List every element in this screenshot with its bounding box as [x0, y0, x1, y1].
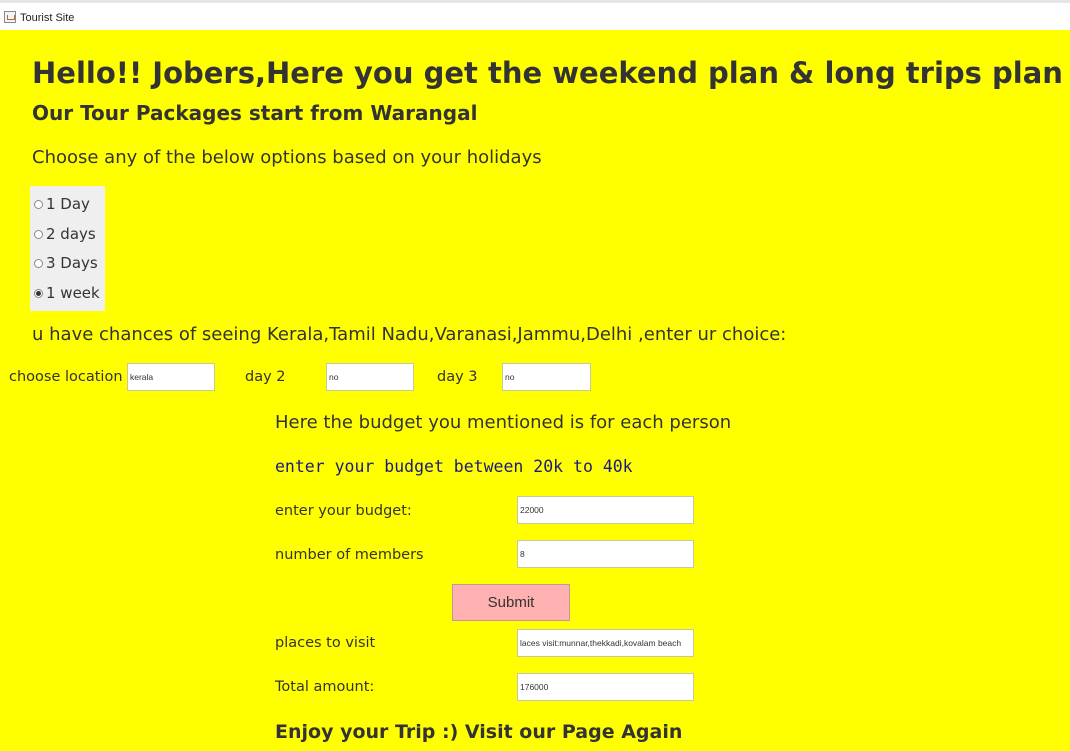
total-output-field[interactable]: 176000 [517, 673, 694, 701]
budget-note: Here the budget you mentioned is for eac… [275, 412, 732, 433]
day3-label: day 3 [437, 369, 478, 385]
submit-button[interactable]: Submit [452, 584, 570, 621]
duration-option-3-days[interactable]: 3 Days [34, 253, 98, 273]
places-output-field[interactable]: laces visit:munnar,thekkadi,kovalam beac… [517, 629, 694, 657]
day2-input[interactable]: no [326, 363, 414, 391]
duration-option-label: 1 Day [46, 195, 90, 213]
duration-option-label: 1 week [46, 284, 100, 302]
footer-message: Enjoy your Trip :) Visit our Page Again [275, 721, 683, 743]
day3-input[interactable]: no [502, 363, 591, 391]
duration-option-2-days[interactable]: 2 days [34, 224, 96, 244]
members-label: number of members [275, 547, 424, 563]
budget-input[interactable]: 22000 [517, 496, 694, 524]
members-input[interactable]: 8 [517, 540, 694, 568]
location-input[interactable]: kerala [127, 363, 215, 391]
window-title: Tourist Site [20, 12, 75, 24]
window-titlebar: Tourist Site [0, 0, 1070, 30]
day2-label: day 2 [245, 369, 286, 385]
radio-button[interactable] [34, 229, 43, 239]
duration-option-label: 2 days [46, 225, 96, 243]
radio-button-selected[interactable] [34, 288, 43, 298]
total-label: Total amount: [275, 679, 375, 695]
page-subtitle: Our Tour Packages start from Warangal [32, 101, 478, 125]
locations-text: u have chances of seeing Kerala,Tamil Na… [32, 324, 787, 345]
duration-option-1-week[interactable]: 1 week [34, 283, 100, 303]
duration-option-1-day[interactable]: 1 Day [34, 194, 90, 214]
page-title: Hello!! Jobers,Here you get the weekend … [32, 56, 1063, 90]
main-panel: Hello!! Jobers,Here you get the weekend … [0, 30, 1070, 751]
intro-text: Choose any of the below options based on… [32, 147, 542, 168]
duration-radio-group: 1 Day 2 days 3 Days 1 week [30, 186, 105, 311]
duration-option-label: 3 Days [46, 254, 98, 272]
budget-range-text: enter your budget between 20k to 40k [275, 457, 633, 476]
java-app-icon [4, 11, 16, 23]
places-label: places to visit [275, 635, 376, 651]
radio-button[interactable] [34, 199, 43, 209]
choose-location-label: choose location [9, 369, 123, 385]
budget-label: enter your budget: [275, 503, 412, 519]
radio-button[interactable] [34, 258, 43, 268]
